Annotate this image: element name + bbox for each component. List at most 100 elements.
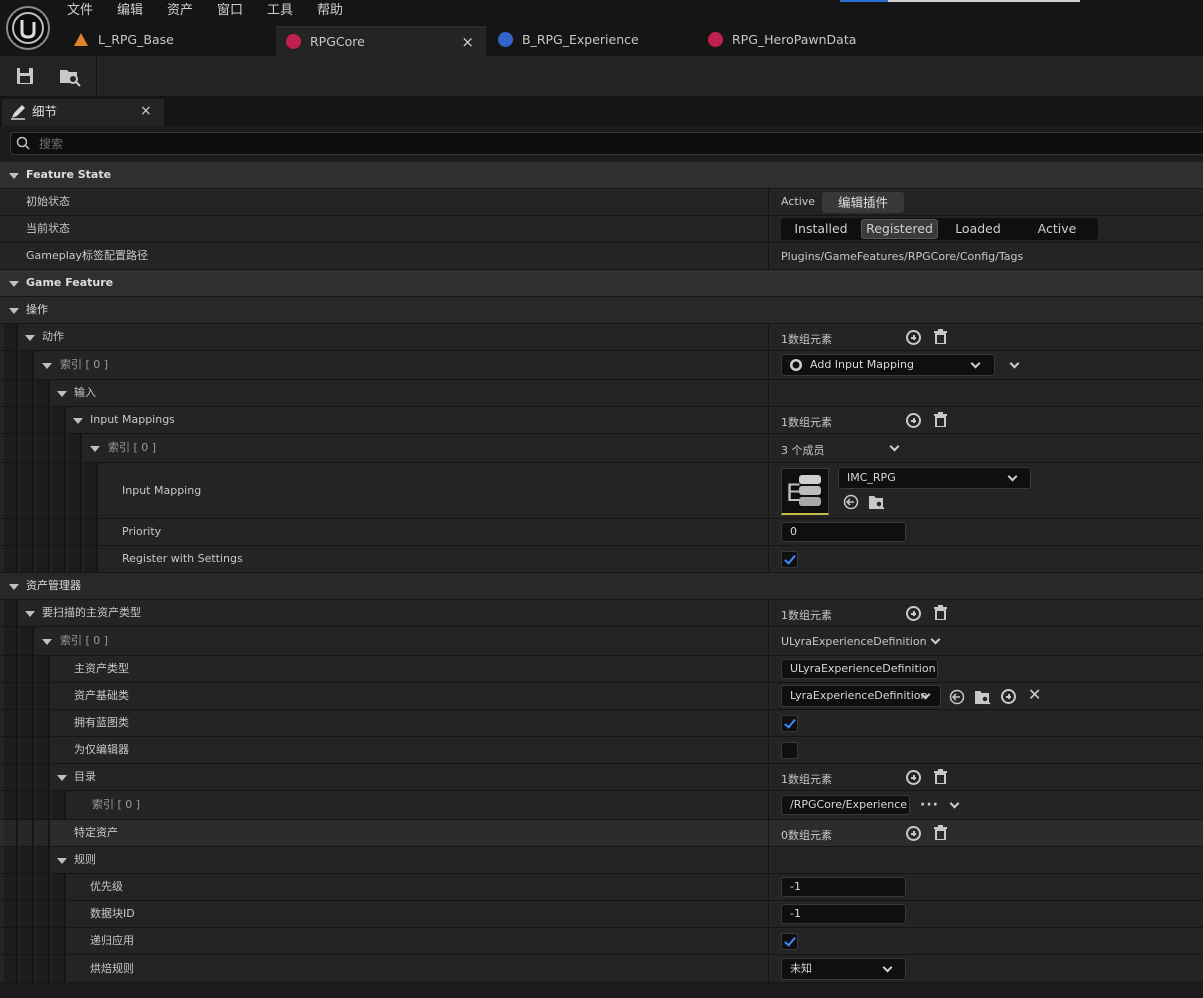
add-element-icon[interactable]: [906, 606, 921, 621]
menu-asset[interactable]: 资产: [167, 2, 193, 22]
register-checkbox[interactable]: [781, 551, 798, 568]
directory-path-input[interactable]: /RPGCore/Experience: [781, 795, 910, 815]
collapse-triangle-icon[interactable]: [73, 418, 83, 424]
collapse-triangle-icon[interactable]: [57, 775, 67, 781]
row-asset-base-class: 资产基础类 LyraExperienceDefinition ✕: [0, 683, 1203, 710]
collapse-triangle-icon[interactable]: [9, 173, 19, 179]
category-label: Feature State: [26, 168, 112, 181]
menu-window[interactable]: 窗口: [217, 2, 243, 22]
save-icon[interactable]: [14, 65, 36, 87]
trash-icon[interactable]: [934, 769, 947, 785]
row-editor-only: 为仅编辑器: [0, 737, 1203, 764]
state-active[interactable]: Active: [1019, 218, 1095, 240]
collapse-triangle-icon[interactable]: [42, 363, 52, 369]
menu-file[interactable]: 文件: [67, 2, 93, 22]
add-icon[interactable]: [1001, 689, 1016, 704]
use-selected-icon[interactable]: [843, 494, 859, 513]
menu-tools[interactable]: 工具: [267, 2, 293, 22]
menu-edit[interactable]: 编辑: [117, 2, 143, 22]
menu-help[interactable]: 帮助: [317, 2, 343, 22]
chunk-id-input[interactable]: -1: [781, 904, 906, 924]
trash-icon[interactable]: [934, 412, 947, 428]
recursive-checkbox[interactable]: [781, 933, 798, 950]
chevron-down-icon[interactable]: [930, 634, 941, 645]
browse-icon[interactable]: [974, 689, 992, 708]
more-options-icon[interactable]: ···: [920, 797, 939, 813]
category-label: 资产管理器: [26, 579, 81, 592]
property-label: 为仅编辑器: [74, 743, 129, 756]
unreal-logo-icon[interactable]: [6, 6, 50, 50]
tag-path-value: Plugins/GameFeatures/RPGCore/Config/Tags: [781, 250, 1024, 263]
priority-input[interactable]: 0: [781, 522, 906, 542]
collapse-triangle-icon[interactable]: [9, 281, 19, 287]
collapse-triangle-icon[interactable]: [9, 584, 19, 590]
editor-only-checkbox[interactable]: [781, 742, 798, 759]
data-asset-icon: [708, 32, 723, 47]
state-segmented-control: Installed Registered Loaded Active: [781, 218, 1098, 240]
tab-l-rpg-base[interactable]: L_RPG_Base: [60, 26, 274, 56]
toolbar-divider: [96, 56, 97, 96]
trash-icon[interactable]: [934, 329, 947, 345]
row-primary-asset-type: 主资产类型 ULyraExperienceDefinition: [0, 656, 1203, 683]
collapse-triangle-icon[interactable]: [9, 308, 19, 314]
tab-b-rpg-experience[interactable]: B_RPG_Experience: [488, 26, 700, 56]
browse-icon[interactable]: [58, 65, 81, 87]
array-count: 1数组元素: [781, 416, 832, 429]
tab-label: B_RPG_Experience: [522, 32, 639, 47]
row-rule-priority: 优先级 -1: [0, 874, 1203, 901]
add-element-icon[interactable]: [906, 330, 921, 345]
category-actions[interactable]: 操作: [0, 297, 1203, 324]
property-label: 目录: [74, 770, 96, 783]
search-input[interactable]: 搜索: [10, 132, 1203, 155]
asset-thumbnail[interactable]: E: [781, 468, 829, 515]
close-icon[interactable]: ×: [461, 28, 474, 56]
chevron-down-icon[interactable]: [949, 798, 960, 809]
collapse-triangle-icon[interactable]: [25, 611, 35, 617]
clear-icon[interactable]: ✕: [1028, 687, 1041, 703]
category-asset-manager[interactable]: 资产管理器: [0, 573, 1203, 600]
initial-state-value: Active: [781, 195, 816, 208]
state-installed[interactable]: Installed: [783, 218, 859, 240]
property-label: 要扫描的主资产类型: [42, 606, 141, 619]
tab-label: L_RPG_Base: [98, 32, 174, 47]
array-index-label: 索引 [ 0 ]: [92, 798, 141, 811]
primary-type-input[interactable]: ULyraExperienceDefinition: [781, 659, 938, 679]
tab-rpg-heropawndata[interactable]: RPG_HeroPawnData: [700, 26, 912, 56]
rule-priority-input[interactable]: -1: [781, 877, 906, 897]
add-element-icon[interactable]: [906, 770, 921, 785]
category-label: Game Feature: [26, 276, 114, 289]
use-selected-icon[interactable]: [949, 689, 965, 708]
state-loaded[interactable]: Loaded: [940, 218, 1016, 240]
base-class-dropdown[interactable]: LyraExperienceDefinition: [781, 685, 941, 707]
collapse-triangle-icon[interactable]: [25, 335, 35, 341]
array-count: 1数组元素: [781, 609, 832, 622]
category-feature-state[interactable]: Feature State: [0, 162, 1203, 189]
has-blueprint-checkbox[interactable]: [781, 715, 798, 732]
row-recursive: 递归应用: [0, 928, 1203, 955]
imc-asset-dropdown[interactable]: IMC_RPG: [838, 467, 1031, 489]
trash-icon[interactable]: [934, 825, 947, 841]
state-registered[interactable]: Registered: [861, 219, 938, 239]
collapse-triangle-icon[interactable]: [42, 639, 52, 645]
edit-plugin-button[interactable]: 编辑插件: [822, 192, 904, 213]
chevron-down-icon[interactable]: [1009, 358, 1020, 369]
row-chunk-id: 数据块ID -1: [0, 901, 1203, 928]
collapse-triangle-icon[interactable]: [57, 858, 67, 864]
collapse-triangle-icon[interactable]: [57, 391, 67, 397]
tab-rpgcore[interactable]: RPGCore ×: [276, 26, 486, 56]
property-label: 资产基础类: [74, 689, 129, 702]
cook-rule-dropdown[interactable]: 未知: [781, 958, 906, 980]
collapse-triangle-icon[interactable]: [90, 446, 100, 452]
trash-icon[interactable]: [934, 605, 947, 621]
close-icon[interactable]: ×: [140, 99, 152, 124]
add-element-icon[interactable]: [906, 826, 921, 841]
details-panel-tab[interactable]: 细节 ×: [2, 99, 164, 126]
search-placeholder: 搜索: [39, 137, 64, 151]
chevron-down-icon[interactable]: [889, 441, 900, 452]
browse-icon[interactable]: [868, 494, 886, 513]
pencil-icon: [10, 103, 26, 128]
add-element-icon[interactable]: [906, 413, 921, 428]
blueprint-icon: [498, 32, 513, 47]
category-game-feature[interactable]: Game Feature: [0, 270, 1203, 297]
action-type-dropdown[interactable]: Add Input Mapping: [781, 354, 995, 376]
